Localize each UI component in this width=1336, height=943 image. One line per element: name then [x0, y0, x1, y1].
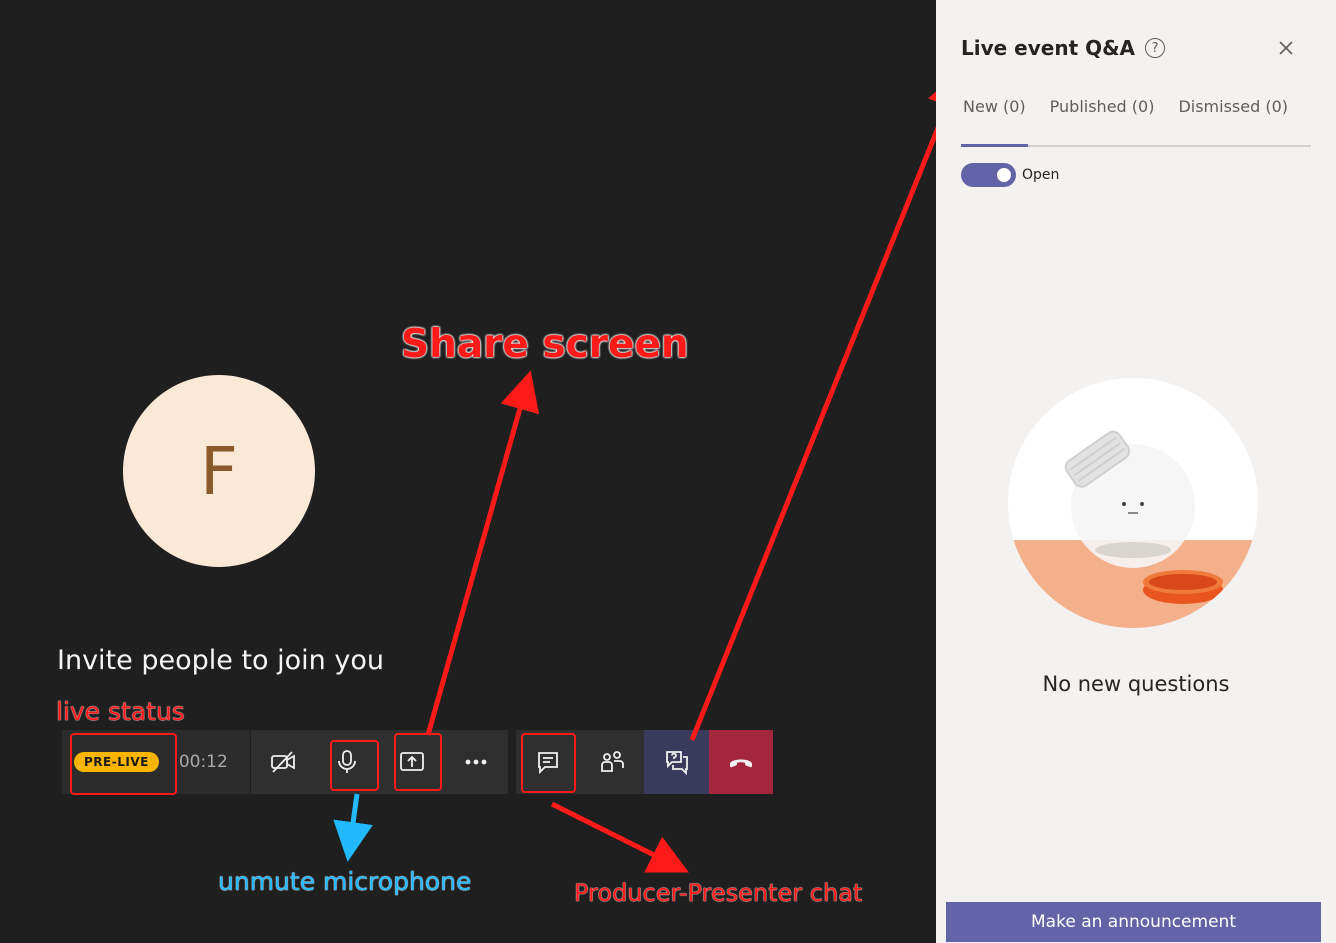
- annotation-box-microphone: [330, 740, 379, 791]
- more-icon: [465, 759, 487, 765]
- annotation-box-share: [394, 733, 442, 791]
- qa-button[interactable]: [644, 730, 709, 794]
- meeting-stage: F Invite people to join you: [0, 0, 936, 943]
- participants-button[interactable]: [580, 730, 645, 794]
- panel-title: Live event Q&A: [961, 36, 1136, 60]
- video-off-icon: [271, 751, 295, 773]
- invite-text: Invite people to join you: [57, 645, 384, 676]
- participants-icon: [601, 751, 625, 772]
- empty-state-message: No new questions: [1042, 672, 1230, 696]
- tab-new[interactable]: New (0): [961, 97, 1028, 147]
- open-toggle[interactable]: [961, 163, 1016, 187]
- open-toggle-label: Open: [1022, 167, 1060, 183]
- annotation-share-screen: Share screen: [401, 322, 689, 367]
- hang-up-button[interactable]: [708, 730, 773, 794]
- camera-toggle-button[interactable]: [250, 730, 316, 794]
- hang-up-icon: [729, 759, 752, 768]
- qa-tabs: New (0) Published (0) Dismissed (0): [961, 97, 1311, 147]
- tab-dismissed[interactable]: Dismissed (0): [1176, 97, 1290, 145]
- qa-panel: Live event Q&A ? New (0) Published (0) D…: [936, 0, 1336, 943]
- help-icon[interactable]: ?: [1145, 38, 1166, 58]
- more-actions-button[interactable]: [443, 730, 509, 794]
- empty-jar-illustration: [1008, 378, 1258, 628]
- annotation-box-live-status: [70, 733, 177, 795]
- annotation-live-status: live status: [56, 697, 185, 726]
- panel-title-row: Live event Q&A ?: [961, 36, 1166, 60]
- make-announcement-button[interactable]: Make an announcement: [946, 902, 1321, 942]
- close-icon[interactable]: [1274, 36, 1298, 60]
- call-timer: 00:12: [178, 752, 228, 772]
- avatar-initial: F: [200, 432, 238, 510]
- tab-published[interactable]: Published (0): [1048, 97, 1157, 145]
- qa-icon: [665, 751, 688, 775]
- annotation-unmute-microphone: unmute microphone: [218, 867, 472, 896]
- open-toggle-row: Open: [961, 163, 1059, 187]
- divider: [508, 730, 516, 794]
- avatar: F: [123, 375, 315, 567]
- annotation-box-chat: [521, 733, 576, 793]
- annotation-producer-chat: Producer-Presenter chat: [574, 879, 863, 907]
